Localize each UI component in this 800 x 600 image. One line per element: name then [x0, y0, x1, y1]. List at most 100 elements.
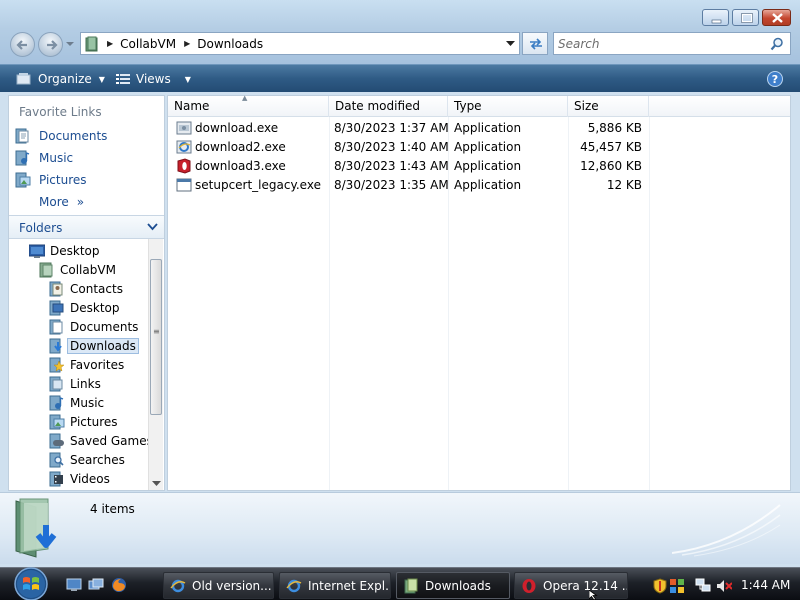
application-icon — [176, 178, 192, 192]
file-row[interactable]: download.exe 8/30/2023 1:37 AM Applicati… — [168, 119, 648, 138]
tree-item-downloads[interactable]: Downloads — [49, 337, 139, 355]
clock[interactable]: 1:44 AM — [741, 578, 790, 592]
sort-ascending-icon: ▲ — [242, 94, 248, 102]
show-desktop-icon[interactable] — [66, 577, 82, 593]
maximize-button[interactable] — [732, 9, 759, 26]
chevron-down-icon[interactable] — [147, 222, 158, 231]
breadcrumb-collabvm[interactable]: CollabVM — [120, 37, 176, 51]
file-row[interactable]: setupcert_legacy.exe 8/30/2023 1:35 AM A… — [168, 176, 648, 195]
taskbar-button-old-version[interactable]: Old version... — [163, 572, 274, 599]
scroll-down-arrow-icon[interactable] — [152, 481, 161, 487]
ie-icon — [170, 579, 186, 592]
refresh-button[interactable] — [522, 32, 548, 55]
tree-item-label: CollabVM — [60, 263, 116, 277]
minimize-button[interactable] — [702, 9, 729, 26]
start-button[interactable] — [6, 567, 54, 600]
column-header-type[interactable]: Type — [448, 96, 568, 117]
scrollbar-thumb[interactable]: ≡ — [150, 259, 162, 415]
column-header-label: Date modified — [335, 99, 421, 113]
opera-installer-icon — [177, 158, 191, 174]
column-divider — [649, 117, 650, 490]
views-icon — [116, 73, 130, 84]
views-label: Views — [136, 72, 171, 86]
search-box[interactable] — [553, 32, 791, 55]
tree-item-label: Saved Games — [70, 434, 149, 448]
taskbar-button-opera[interactable]: Opera 12.14 ... — [514, 572, 628, 599]
file-size: 5,886 KB — [587, 121, 642, 135]
firefox-icon[interactable] — [111, 577, 127, 593]
security-shield-icon[interactable] — [652, 578, 668, 594]
tree-item-documents[interactable]: Documents — [49, 318, 138, 336]
documents-icon — [49, 319, 63, 335]
tree-item-desktop-folder[interactable]: Desktop — [49, 299, 120, 317]
folder-tree: Desktop CollabVM Contacts Desktop Docume… — [9, 239, 149, 490]
views-button[interactable]: Views ▼ — [116, 71, 191, 87]
tree-item-music[interactable]: Music — [49, 394, 104, 412]
tree-item-label: Favorites — [70, 358, 125, 372]
switch-windows-icon[interactable] — [88, 577, 104, 593]
tree-item-desktop[interactable]: Desktop — [29, 242, 100, 260]
column-header-label: Type — [454, 99, 482, 113]
breadcrumb-downloads[interactable]: Downloads — [197, 37, 263, 51]
tree-item-collabvm[interactable]: CollabVM — [39, 261, 116, 279]
favorite-link-music[interactable]: Music — [15, 149, 73, 167]
file-date: 8/30/2023 1:40 AM — [334, 140, 449, 154]
favorite-link-documents[interactable]: Documents — [15, 127, 107, 145]
folder-tree-scrollbar[interactable]: ≡ — [148, 239, 163, 490]
file-date: 8/30/2023 1:43 AM — [334, 159, 449, 173]
more-links-button[interactable]: More » — [39, 193, 84, 211]
tree-item-contacts[interactable]: Contacts — [49, 280, 123, 298]
tree-item-label: Links — [70, 377, 101, 391]
column-header-size[interactable]: Size — [568, 96, 649, 117]
desktop-icon — [29, 244, 45, 258]
folder-icon — [85, 36, 98, 51]
svg-text:?: ? — [772, 73, 778, 86]
tree-item-label: Videos — [70, 472, 110, 486]
tree-item-pictures[interactable]: Pictures — [49, 413, 118, 431]
tree-item-saved-games[interactable]: Saved Games — [49, 432, 149, 450]
search-input[interactable] — [558, 36, 758, 51]
breadcrumb-separator-icon[interactable]: ▶ — [107, 39, 113, 48]
back-button[interactable] — [10, 32, 35, 57]
close-icon — [772, 13, 783, 23]
tree-item-label: Downloads — [67, 338, 139, 354]
tree-item-videos[interactable]: Videos — [49, 470, 110, 488]
tree-item-label: Searches — [70, 453, 125, 467]
recent-pages-chevron-icon[interactable] — [66, 40, 74, 48]
tree-item-searches[interactable]: Searches — [49, 451, 125, 469]
address-dropdown-icon[interactable] — [506, 39, 515, 48]
close-button[interactable] — [762, 9, 791, 26]
help-icon[interactable]: ? — [767, 71, 783, 87]
tree-item-links[interactable]: Links — [49, 375, 101, 393]
minimize-icon — [711, 19, 722, 24]
downloads-icon — [49, 338, 62, 354]
taskbar-button-label: Opera 12.14 ... — [543, 578, 628, 593]
forward-button[interactable] — [38, 32, 63, 57]
organize-button[interactable]: Organize ▼ — [16, 71, 105, 87]
column-header-label: Name — [174, 99, 210, 113]
column-header-name[interactable]: ▲ Name — [168, 94, 329, 117]
user-folder-icon — [39, 262, 53, 278]
column-header-date-modified[interactable]: Date modified — [329, 96, 448, 117]
searches-icon — [49, 452, 64, 468]
network-status-icon[interactable] — [669, 578, 685, 594]
taskbar-button-downloads[interactable]: Downloads — [396, 572, 510, 599]
taskbar-button-label: Downloads — [425, 578, 491, 593]
taskbar: Old version... Internet Expl... Download… — [0, 567, 800, 600]
search-icon[interactable] — [770, 37, 784, 51]
file-row[interactable]: download2.exe 8/30/2023 1:40 AM Applicat… — [168, 138, 648, 157]
address-bar[interactable]: ▶ CollabVM ▶ Downloads — [80, 32, 520, 55]
file-type: Application — [454, 159, 522, 173]
volume-muted-icon[interactable] — [716, 578, 732, 594]
tree-item-label: Contacts — [70, 282, 123, 296]
taskbar-button-internet-explorer[interactable]: Internet Expl... — [279, 572, 391, 599]
tree-item-favorites[interactable]: Favorites — [49, 356, 124, 374]
breadcrumb-separator-icon[interactable]: ▶ — [184, 39, 190, 48]
file-size: 12 KB — [606, 178, 642, 192]
favorite-link-pictures[interactable]: Pictures — [15, 171, 87, 189]
folders-header[interactable]: Folders — [9, 215, 164, 239]
file-row[interactable]: download3.exe 8/30/2023 1:43 AM Applicat… — [168, 157, 648, 176]
desktop-folder-icon — [49, 300, 64, 316]
refresh-icon — [530, 38, 542, 50]
network-connection-icon[interactable] — [695, 578, 711, 594]
